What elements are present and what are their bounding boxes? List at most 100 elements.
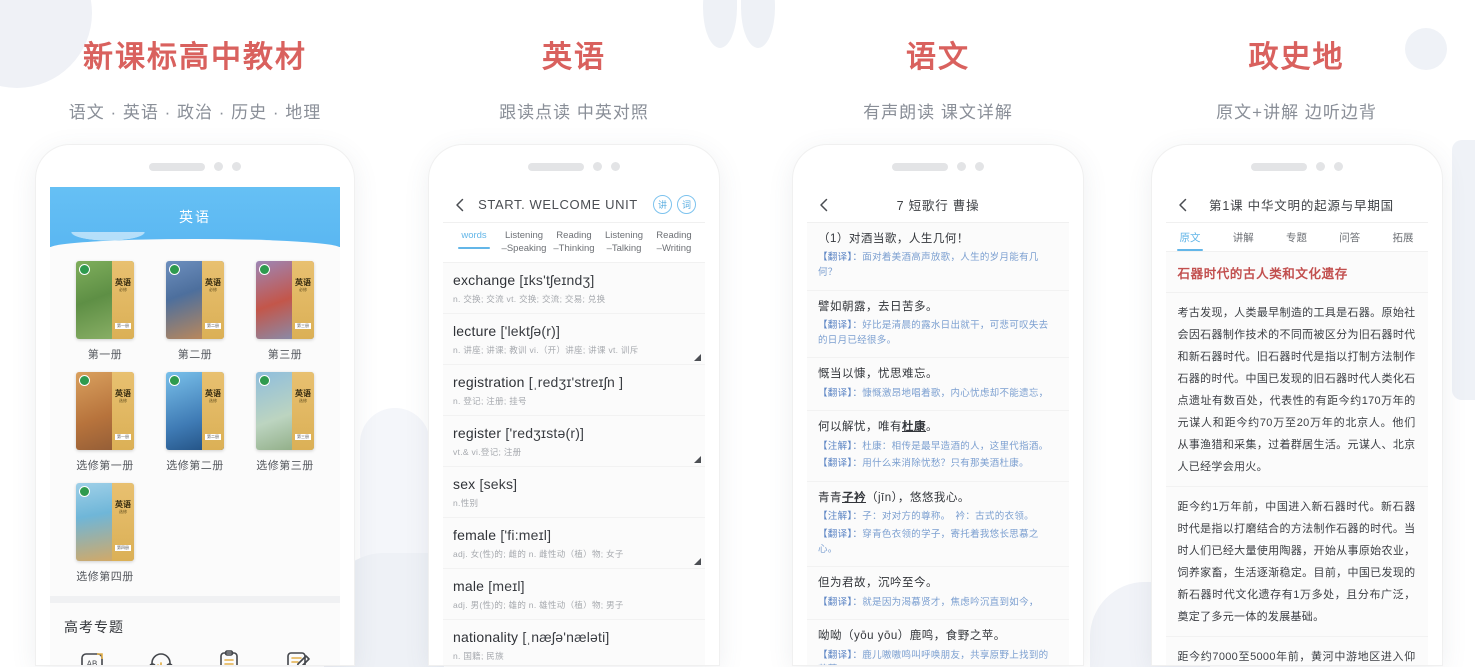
word-entry[interactable]: exchange [ɪks'tʃeɪndʒ] n. 交换; 交流 vt. 交换;… — [443, 263, 705, 314]
expand-corner-icon[interactable] — [694, 557, 701, 565]
word-phonetic: ['redʒɪstə(r)] — [505, 424, 585, 441]
word-entry[interactable]: nationality [ˌnæʃə'næləti] n. 国籍; 民族 — [443, 620, 705, 665]
book-item[interactable]: 英语 选修 第三册 选修第三册 — [240, 372, 330, 473]
book-item[interactable]: 英语 必修 第三册 第三册 — [240, 261, 330, 362]
word-entry[interactable]: register ['redʒɪstə(r)] vt.& vi.登记; 注册 — [443, 416, 705, 467]
word-definition: vt.& vi.登记; 注册 — [453, 446, 522, 457]
book-item[interactable]: 英语 选修 第二册 选修第二册 — [150, 372, 240, 473]
subject-banner: 英语 — [50, 187, 340, 248]
shortcut-writing[interactable]: 写作 — [264, 649, 333, 665]
lecture-button[interactable]: 讲 — [653, 195, 672, 214]
cover-badge-icon — [79, 264, 90, 275]
column-title-english: 英语 — [542, 41, 606, 74]
word-entry[interactable]: male [meɪl] adj. 男(性)的; 雄的 n. 雄性动（植）物; 男… — [443, 569, 705, 620]
word-entry[interactable]: registration [ˌredʒɪ'streɪʃn ] n. 登记; 注册… — [443, 365, 705, 416]
word-definition: n. 国籍; 民族 — [453, 650, 504, 661]
section-divider — [50, 596, 340, 603]
book-item[interactable]: 英语 必修 第一册 第一册 — [60, 261, 150, 362]
back-chevron-icon[interactable] — [1175, 197, 1191, 213]
tab-reading-writing[interactable]: Reading –Writing — [649, 230, 699, 262]
column-title-history: 政史地 — [1248, 41, 1345, 74]
shortcut-grammar[interactable]: 语法 — [195, 649, 264, 665]
expand-corner-icon[interactable] — [694, 353, 701, 361]
cover-sub: 必修 — [119, 286, 127, 292]
phone-speaker — [528, 162, 620, 171]
book-label: 第二册 — [177, 349, 213, 361]
banner-wave — [50, 232, 340, 248]
speaker-bar — [892, 162, 948, 171]
word-entry[interactable]: sex [seks] n.性别 — [443, 467, 705, 518]
nav-title: 7 短歌行 曹操 — [896, 199, 980, 213]
book-cover: 英语 必修 第三册 — [256, 261, 314, 339]
tab-original-text[interactable]: 原文 — [1180, 230, 1201, 251]
cover-volume: 第一册 — [115, 323, 131, 329]
cover-volume: 第三册 — [295, 323, 311, 329]
screen-textbooks: 英语 英语 必修 第一册 第一册 英语 必修 第二册 第二册 英语 必修 第三册… — [50, 187, 340, 665]
poem-note: 【注解】：杜康：相传是最早造酒的人，这里代指酒。 — [818, 440, 1058, 455]
tab-listening-talking[interactable]: Listening –Talking — [599, 230, 649, 262]
note-tag: 【翻译】： — [818, 649, 863, 661]
phone-mockup-chinese: 7 短歌行 曹操 （1）对酒当歌，人生几何！ 【翻译】：面对着美酒高声放歌，人生… — [793, 145, 1083, 665]
phone-mockup-history: 第1课 中华文明的起源与早期国 原文 讲解 专题 问答 拓展 石器时代的古人类和… — [1151, 145, 1442, 665]
cover-title: 英语 选修 — [115, 389, 131, 403]
word-definition: n. 登记; 注册; 挂号 — [453, 395, 527, 406]
word-phonetic: [meɪl] — [488, 577, 525, 594]
poem-note: 【注解】：子：对对方的尊称。 衿：古式的衣领。 — [818, 510, 1058, 525]
word-term: register — [453, 424, 502, 441]
tab-topics[interactable]: 专题 — [1286, 230, 1307, 251]
tab-words[interactable]: words — [449, 230, 499, 249]
shortcut-vocabulary[interactable]: AB 词汇 — [58, 649, 127, 665]
screen-english-words: START. WELCOME UNIT 讲 词 words Listening –… — [443, 187, 705, 665]
tab-explanation[interactable]: 讲解 — [1233, 230, 1254, 251]
note-tag: 【翻译】： — [818, 387, 863, 399]
word-entry[interactable]: female ['fi:meɪl] adj. 女(性)的; 雌的 n. 雌性动（… — [443, 518, 705, 569]
cover-title: 英语 必修 — [115, 278, 131, 292]
screen-history: 第1课 中华文明的起源与早期国 原文 讲解 专题 问答 拓展 石器时代的古人类和… — [1165, 187, 1428, 665]
poem-line: 但为君故，沉吟至今。 — [818, 577, 938, 590]
word-button[interactable]: 词 — [677, 195, 696, 214]
word-definition: adj. 女(性)的; 雌的 n. 雌性动（植）物; 女子 — [453, 548, 624, 559]
headphones-icon — [149, 653, 173, 665]
book-item[interactable]: 英语 必修 第二册 第二册 — [150, 261, 240, 362]
back-chevron-icon[interactable] — [816, 197, 832, 213]
poem-block: 但为君故，沉吟至今。 【翻译】：就是因为渴慕贤才，焦虑吟沉直到如今， — [807, 567, 1069, 621]
tab-qa[interactable]: 问答 — [1339, 230, 1360, 251]
book-item[interactable]: 英语 选修 第四册 选修第四册 — [60, 483, 150, 584]
word-term: female — [453, 526, 497, 543]
poem-keyword: 杜康 — [902, 421, 926, 434]
poem-line: 何以解忧，唯有杜康。 — [818, 421, 938, 434]
nav-title: 第1课 中华文明的起源与早期国 — [1209, 199, 1394, 213]
word-headword: registration [ˌredʒɪ'streɪʃn ] — [453, 374, 695, 390]
poem-note: 【翻译】：穿青色衣领的学子，寄托着我悠长思慕之心。 — [818, 528, 1058, 557]
tab-listening-speaking[interactable]: Listening –Speaking — [499, 230, 549, 262]
expand-corner-icon[interactable] — [694, 455, 701, 463]
poem-line: 譬如朝露，去日苦多。 — [818, 300, 938, 313]
word-phonetic: ['fi:meɪl] — [500, 526, 552, 543]
word-headword: lecture ['lektʃə(r)] — [453, 323, 695, 339]
sensor-dot — [975, 162, 984, 171]
note-tag: 【翻译】： — [818, 319, 863, 331]
column-chinese: 语文 有声朗读 课文详解 7 短歌行 曹操 （1）对酒当歌，人生几何！ 【翻译】… — [758, 0, 1118, 667]
cover-volume: 第二册 — [205, 434, 221, 440]
word-phonetic: [ˌredʒɪ'streɪʃn ] — [528, 373, 624, 390]
poem-note: 【翻译】：慷慨激昂地唱着歌，内心忧虑却不能遗忘， — [818, 387, 1058, 402]
column-subtitle-history: 原文+讲解 边听边背 — [1216, 103, 1377, 122]
word-term: lecture — [453, 322, 497, 339]
note-tag: 【翻译】： — [818, 252, 863, 264]
unit-tabs: words Listening –Speaking Reading –Thinkin… — [443, 223, 705, 263]
tab-reading-thinking[interactable]: Reading –Thinking — [549, 230, 599, 262]
tab-extension[interactable]: 拓展 — [1393, 230, 1414, 251]
book-cover: 英语 选修 第一册 — [76, 372, 134, 450]
word-headword: male [meɪl] — [453, 578, 695, 594]
book-item[interactable]: 英语 选修 第一册 选修第一册 — [60, 372, 150, 473]
pencil-note-icon — [286, 652, 310, 665]
sensor-dot — [1333, 162, 1343, 171]
poem-note: 【翻译】：好比是清晨的露水日出就干，可悲可叹失去的日月已经很多。 — [818, 319, 1058, 348]
navigation-bar: 7 短歌行 曹操 — [807, 187, 1069, 223]
word-entry[interactable]: lecture ['lektʃə(r)] n. 讲座; 讲课; 教训 vi.（开… — [443, 314, 705, 365]
body-paragraph: 距今约7000至5000年前，黄河中游地区进入仰韶文化时期，它的典型器物是彩绘陶… — [1166, 637, 1428, 665]
word-phonetic: [ɪks'tʃeɪndʒ] — [519, 271, 595, 288]
back-chevron-icon[interactable] — [452, 197, 468, 213]
camera-dot — [214, 162, 223, 171]
shortcut-listening[interactable]: 听力 — [127, 649, 196, 665]
